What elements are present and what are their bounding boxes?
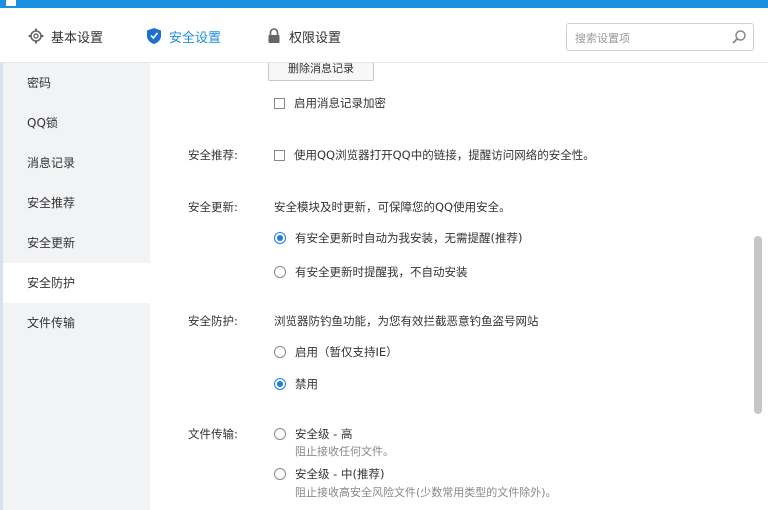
sidebar-item-password[interactable]: 密码: [0, 63, 150, 103]
search-box[interactable]: [566, 23, 754, 51]
radio-unselected[interactable]: [274, 346, 286, 358]
recommend-label: 安全推荐:: [188, 148, 238, 162]
sidebar-item-security-protection[interactable]: 安全防护: [0, 263, 150, 303]
sidebar-item-qq-lock[interactable]: QQ锁: [0, 103, 150, 143]
update-description: 安全模块及时更新，可保障您的QQ使用安全。: [274, 200, 511, 214]
radio-selected[interactable]: [274, 232, 286, 244]
sidebar-item-security-recommend[interactable]: 安全推荐: [0, 183, 150, 223]
file-transfer-high-note: 阻止接收任何文件。: [295, 445, 394, 458]
protection-option-enable-label: 启用（暂仅支持IE）: [295, 345, 398, 359]
update-option-auto[interactable]: 有安全更新时自动为我安装，无需提醒(推荐): [274, 230, 522, 246]
protection-option-disable-label: 禁用: [295, 377, 318, 391]
file-transfer-high-title: 安全级 - 高: [295, 427, 353, 441]
sidebar-item-file-transfer[interactable]: 文件传输: [0, 303, 150, 343]
recommend-checkbox[interactable]: [274, 149, 285, 161]
file-transfer-medium-note: 阻止接收高安全风险文件(少数常用类型的文件除外)。: [295, 486, 557, 499]
file-transfer-medium-title: 安全级 - 中(推荐): [295, 467, 385, 481]
encryption-checkbox[interactable]: [274, 97, 285, 109]
protection-label: 安全防护:: [188, 314, 238, 328]
file-transfer-option-high[interactable]: 安全级 - 高: [274, 426, 352, 442]
protection-description: 浏览器防钓鱼功能，为您有效拦截恶意钓鱼盗号网站: [274, 314, 539, 328]
search-icon[interactable]: [731, 29, 747, 45]
window-left-edge: [0, 63, 3, 510]
tab-permission-settings[interactable]: 权限设置: [265, 25, 341, 47]
protection-option-disable[interactable]: 禁用: [274, 376, 318, 392]
tab-security-settings[interactable]: 安全设置: [145, 25, 221, 47]
radio-unselected[interactable]: [274, 428, 286, 440]
settings-content: 删除消息记录 启用消息记录加密 安全推荐: 使用QQ浏览器打开QQ中的链接，提醒…: [150, 63, 750, 510]
encryption-option[interactable]: 启用消息记录加密: [274, 95, 386, 111]
radio-selected[interactable]: [274, 378, 286, 390]
app-logo: [6, 0, 16, 6]
sidebar: 密码 QQ锁 消息记录 安全推荐 安全更新 安全防护 文件传输: [0, 63, 150, 510]
update-option-remind-label: 有安全更新时提醒我，不自动安装: [295, 265, 468, 279]
search-input[interactable]: [573, 28, 727, 48]
update-option-remind[interactable]: 有安全更新时提醒我，不自动安装: [274, 264, 468, 280]
file-transfer-option-medium[interactable]: 安全级 - 中(推荐): [274, 466, 384, 482]
update-option-auto-label: 有安全更新时自动为我安装，无需提醒(推荐): [295, 231, 523, 245]
lock-icon: [265, 27, 283, 45]
gear-icon: [27, 27, 45, 45]
tab-label: 权限设置: [289, 30, 342, 46]
update-label: 安全更新:: [188, 200, 238, 214]
top-navigation: 基本设置 安全设置 权限设置: [0, 8, 768, 63]
file-transfer-label: 文件传输:: [188, 427, 238, 441]
tab-label: 安全设置: [169, 30, 222, 46]
recommend-option[interactable]: 使用QQ浏览器打开QQ中的链接，提醒访问网络的安全性。: [274, 147, 595, 163]
title-bar: [0, 0, 768, 8]
sidebar-item-message-history[interactable]: 消息记录: [0, 143, 150, 183]
protection-option-enable[interactable]: 启用（暂仅支持IE）: [274, 344, 398, 360]
sidebar-item-security-update[interactable]: 安全更新: [0, 223, 150, 263]
encryption-label: 启用消息记录加密: [294, 96, 386, 110]
tab-label: 基本设置: [51, 30, 104, 46]
radio-unselected[interactable]: [274, 266, 286, 278]
radio-unselected[interactable]: [274, 468, 286, 480]
shield-icon: [145, 27, 163, 45]
delete-history-button[interactable]: 删除消息记录: [268, 63, 374, 81]
tab-basic-settings[interactable]: 基本设置: [27, 25, 103, 47]
recommend-option-label: 使用QQ浏览器打开QQ中的链接，提醒访问网络的安全性。: [294, 148, 595, 162]
scrollbar-thumb[interactable]: [754, 236, 762, 414]
